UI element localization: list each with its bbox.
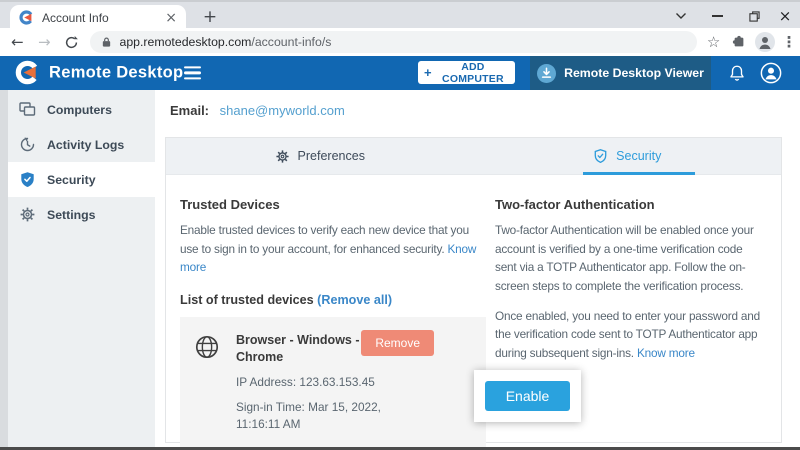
browser-profile-avatar[interactable] <box>752 32 778 52</box>
app-header: Remote Desktop + ADD COMPUTER Remote Des… <box>0 56 800 90</box>
sidebar-item-computers[interactable]: Computers <box>8 92 155 127</box>
device-name: Browser - Windows - Chrome <box>236 332 368 367</box>
account-avatar-icon[interactable] <box>760 62 782 84</box>
email-row: Email: shane@myworld.com <box>170 103 345 118</box>
globe-icon <box>194 334 220 434</box>
url-domain: app.remotedesktop.com <box>119 35 251 49</box>
sidebar-item-settings[interactable]: Settings <box>8 197 155 232</box>
enable-button-highlight: Enable <box>474 370 581 422</box>
browser-tab[interactable]: Account Info × <box>10 5 186 30</box>
viewer-label: Remote Desktop Viewer <box>564 66 704 80</box>
sidebar: Computers Activity Logs Security <box>0 90 155 447</box>
two-factor-know-more-link[interactable]: Know more <box>637 346 695 360</box>
computers-icon <box>19 101 36 118</box>
hamburger-menu-icon[interactable] <box>184 63 201 82</box>
sidebar-item-activity-logs[interactable]: Activity Logs <box>8 127 155 162</box>
reload-button[interactable] <box>58 35 85 50</box>
tab-security[interactable]: Security <box>474 138 782 174</box>
device-signin-time: Sign-in Time: Mar 15, 2022, 11:16:11 AM <box>236 399 404 434</box>
main-content: Email: shane@myworld.com Preferences <box>155 90 800 447</box>
forward-button[interactable]: → <box>31 33 58 51</box>
remote-desktop-logo-icon <box>15 60 40 85</box>
new-tab-button[interactable]: + <box>198 5 222 29</box>
trusted-devices-title: Trusted Devices <box>180 197 486 212</box>
trusted-devices-description: Enable trusted devices to verify each ne… <box>180 221 486 277</box>
gear-icon <box>19 206 36 223</box>
remove-all-link[interactable]: (Remove all) <box>317 293 392 307</box>
preferences-gear-icon <box>275 149 290 164</box>
shield-check-icon <box>19 171 36 188</box>
security-shield-icon <box>593 148 608 164</box>
email-label: Email: <box>170 103 209 118</box>
account-panel: Preferences Security Trusted Devices <box>165 137 782 443</box>
remove-device-button[interactable]: Remove <box>361 330 434 356</box>
tab-preferences[interactable]: Preferences <box>166 138 474 174</box>
download-icon <box>537 64 556 83</box>
window-minimize-button[interactable] <box>702 2 732 30</box>
browser-tab-strip: Account Info × + × <box>0 0 800 28</box>
sidebar-item-security[interactable]: Security <box>8 162 155 197</box>
device-ip: IP Address: 123.63.153.45 <box>236 374 404 392</box>
plus-icon: + <box>424 65 432 80</box>
tab-title: Account Info <box>42 11 157 25</box>
panel-tab-bar: Preferences Security <box>166 138 781 175</box>
panel-body: Trusted Devices Enable trusted devices t… <box>166 175 781 449</box>
trusted-device-card: Browser - Windows - Chrome IP Address: 1… <box>180 317 486 449</box>
add-computer-button[interactable]: + ADD COMPUTER <box>418 61 515 84</box>
lock-icon <box>101 36 112 48</box>
url-path: /account-info/s <box>251 35 331 49</box>
trusted-list-label: List of trusted devices (Remove all) <box>180 293 486 307</box>
notifications-bell-icon[interactable] <box>728 64 746 83</box>
window-close-button[interactable]: × <box>770 2 800 30</box>
two-factor-paragraph-1: Two-factor Authentication will be enable… <box>495 221 767 296</box>
browser-menu-icon[interactable]: ⋮ <box>778 33 800 51</box>
email-value[interactable]: shane@myworld.com <box>220 103 345 118</box>
history-clock-icon <box>19 136 36 153</box>
two-factor-title: Two-factor Authentication <box>495 197 767 212</box>
remote-desktop-viewer-button[interactable]: Remote Desktop Viewer <box>530 56 711 90</box>
browser-toolbar: ← → app.remotedesktop.com/account-info/s… <box>0 28 800 56</box>
address-bar[interactable]: app.remotedesktop.com/account-info/s <box>90 31 696 53</box>
tab-search-chevron-icon[interactable] <box>666 2 696 30</box>
bookmark-star-icon[interactable]: ☆ <box>701 33 727 51</box>
trusted-devices-section: Trusted Devices Enable trusted devices t… <box>180 189 486 449</box>
two-factor-paragraph-2: Once enabled, you need to enter your pas… <box>495 307 767 363</box>
tab-close-icon[interactable]: × <box>165 11 177 25</box>
window-restore-button[interactable] <box>740 2 768 30</box>
two-factor-section: Two-factor Authentication Two-factor Aut… <box>495 189 767 449</box>
back-button[interactable]: ← <box>4 33 31 51</box>
screenshot-root: Account Info × + × ← → app.remotedeskto <box>0 0 800 450</box>
enable-two-factor-button[interactable]: Enable <box>485 381 570 411</box>
extensions-puzzle-icon[interactable] <box>726 35 752 49</box>
brand-title: Remote Desktop <box>49 64 183 83</box>
remote-desktop-favicon-icon <box>19 10 34 25</box>
